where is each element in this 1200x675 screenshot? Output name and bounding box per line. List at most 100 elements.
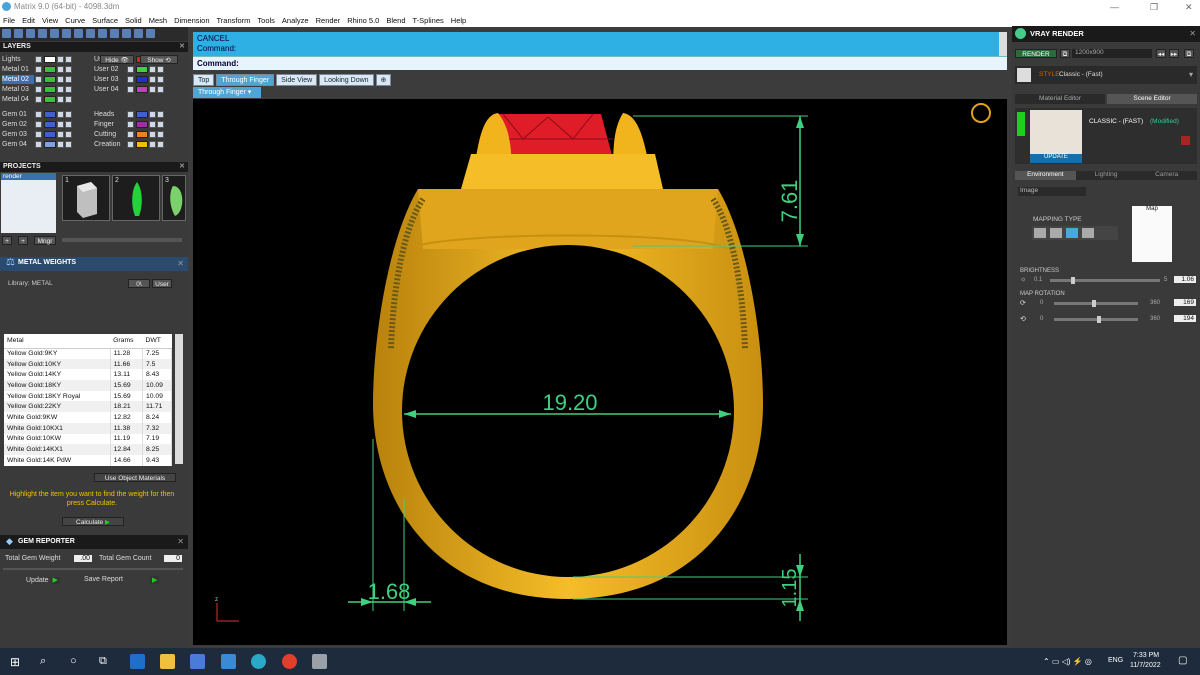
layer-play-icon[interactable]	[127, 76, 134, 83]
layer-row[interactable]: Cutting	[94, 130, 164, 139]
clock-time[interactable]: 7:33 PM	[1133, 652, 1159, 659]
subtab-lighting[interactable]: Lighting	[1075, 171, 1137, 180]
lock-icon[interactable]	[57, 131, 64, 138]
layer-row[interactable]: Gem 03	[2, 130, 72, 139]
map-preview[interactable]: Map	[1132, 206, 1172, 262]
subtab-environment[interactable]: Environment	[1015, 171, 1076, 180]
new-file-icon[interactable]	[2, 29, 11, 38]
table-scrollbar[interactable]	[175, 334, 183, 464]
ring-icon[interactable]	[971, 103, 991, 123]
prev-icon[interactable]: ◂◂	[1156, 49, 1166, 58]
brightness-slider[interactable]	[1050, 277, 1160, 284]
clock-date[interactable]: 11/7/2022	[1130, 662, 1161, 669]
preset-thumbnail[interactable]	[1030, 110, 1082, 154]
command-input[interactable]: Command:	[193, 56, 1007, 70]
layer-row[interactable]: Heads	[94, 110, 164, 119]
use-object-materials-checkbox[interactable]: Use Object Materials	[94, 473, 176, 482]
table-row[interactable]: Yellow Gold:22KY 18.21 11.71	[4, 401, 173, 413]
layer-color-swatch[interactable]	[136, 76, 148, 83]
viewport[interactable]: 7.61 19.20 1.68 1.15 z	[193, 99, 1007, 645]
project-item[interactable]: render	[1, 173, 56, 180]
project-scrollbar[interactable]	[62, 238, 182, 242]
rhino-icon[interactable]	[312, 654, 327, 669]
column-header[interactable]: Grams	[110, 334, 143, 349]
table-row[interactable]: Yellow Gold:14KY 13.11 8.43	[4, 369, 173, 381]
visibility-icon[interactable]	[65, 76, 72, 83]
table-row[interactable]: White Gold:10KW 11.19 7.19	[4, 433, 173, 445]
visibility-icon[interactable]	[65, 66, 72, 73]
render-button[interactable]: RENDER	[1015, 49, 1057, 58]
lock-icon[interactable]	[149, 141, 156, 148]
layer-row[interactable]: Gem 02	[2, 120, 72, 129]
language-indicator[interactable]: ENG	[1108, 657, 1123, 664]
visibility-icon[interactable]	[65, 86, 72, 93]
subtab-camera[interactable]: Camera	[1136, 171, 1198, 180]
project-thumb-3[interactable]: 3	[162, 175, 186, 221]
save-icon[interactable]	[26, 29, 35, 38]
layer-play-icon[interactable]	[127, 131, 134, 138]
rotation-2-slider[interactable]	[1054, 316, 1138, 323]
cortana-icon[interactable]: ○	[70, 655, 77, 667]
menu-mesh[interactable]: Mesh	[149, 14, 167, 27]
layer-row[interactable]: Metal 04	[2, 95, 72, 104]
visibility-icon[interactable]	[65, 56, 72, 63]
tab-material-editor[interactable]: Material Editor	[1015, 94, 1105, 104]
visibility-icon[interactable]	[65, 96, 72, 103]
menu-blend[interactable]: Blend	[386, 14, 405, 27]
layer-color-swatch[interactable]	[136, 86, 148, 93]
menu-help[interactable]: Help	[451, 14, 466, 27]
layer-row[interactable]: Gem 01	[2, 110, 72, 119]
layer-row[interactable]: Metal 02	[2, 75, 72, 84]
layer-play-icon[interactable]	[127, 111, 134, 118]
close-icon[interactable]: ✕	[179, 162, 185, 172]
layer-play-icon[interactable]	[35, 66, 42, 73]
save-report-button[interactable]: Save Report	[84, 576, 123, 583]
lock-icon[interactable]	[57, 56, 64, 63]
layer-color-swatch[interactable]	[44, 131, 56, 138]
open-file-icon[interactable]	[14, 29, 23, 38]
layer-color-swatch[interactable]	[44, 111, 56, 118]
minimize-button[interactable]: —	[1110, 0, 1119, 14]
lock-icon[interactable]	[149, 121, 156, 128]
visibility-icon[interactable]	[157, 76, 164, 83]
visibility-icon[interactable]	[157, 66, 164, 73]
rotation-1-slider[interactable]	[1054, 300, 1138, 307]
edge-icon[interactable]	[130, 654, 145, 669]
settings-icon[interactable]	[146, 29, 155, 38]
layer-row[interactable]: User 02	[94, 65, 164, 74]
brightness-value[interactable]: 1.06	[1174, 276, 1196, 283]
rotation-1-value[interactable]: 169	[1174, 299, 1196, 306]
table-row[interactable]: White Gold:9KW 12.82 8.24	[4, 412, 173, 423]
filter-icon[interactable]	[50, 29, 59, 38]
play-icon[interactable]: ▶	[150, 576, 160, 584]
layer-color-swatch[interactable]	[136, 131, 148, 138]
menu-tools[interactable]: Tools	[257, 14, 275, 27]
menu-render[interactable]: Render	[316, 14, 341, 27]
zoom-icon[interactable]	[98, 29, 107, 38]
close-icon[interactable]: ✕	[1189, 29, 1196, 38]
layer-play-icon[interactable]	[35, 121, 42, 128]
layer-play-icon[interactable]	[127, 86, 134, 93]
layer-icon[interactable]	[134, 29, 143, 38]
table-row[interactable]: White Gold:10KX1 11.38 7.32	[4, 422, 173, 434]
layer-color-swatch[interactable]	[44, 141, 56, 148]
table-row[interactable]: Yellow Gold:9KY 11.28 7.25	[4, 348, 173, 359]
layer-row[interactable]: Metal 01	[2, 65, 72, 74]
search-icon[interactable]: ⌕	[40, 655, 46, 668]
rotate-icon[interactable]	[110, 29, 119, 38]
layer-color-swatch[interactable]	[136, 66, 148, 73]
layer-row[interactable]: Metal 03	[2, 85, 72, 94]
lock-icon[interactable]	[149, 86, 156, 93]
mail-icon[interactable]	[221, 654, 236, 669]
file-explorer-icon[interactable]	[160, 654, 175, 669]
table-row[interactable]: Yellow Gold:18KY Royal 15.69 10.09	[4, 390, 173, 402]
layer-color-swatch[interactable]	[136, 121, 148, 128]
column-header[interactable]: Metal	[4, 334, 111, 349]
layer-color-swatch[interactable]	[136, 111, 148, 118]
lock-icon[interactable]	[149, 76, 156, 83]
close-icon[interactable]: ✕	[177, 259, 184, 268]
layer-play-icon[interactable]	[35, 96, 42, 103]
resolution-icon[interactable]: ⧉	[1060, 49, 1070, 58]
layer-play-icon[interactable]	[35, 56, 42, 63]
visibility-icon[interactable]	[65, 121, 72, 128]
